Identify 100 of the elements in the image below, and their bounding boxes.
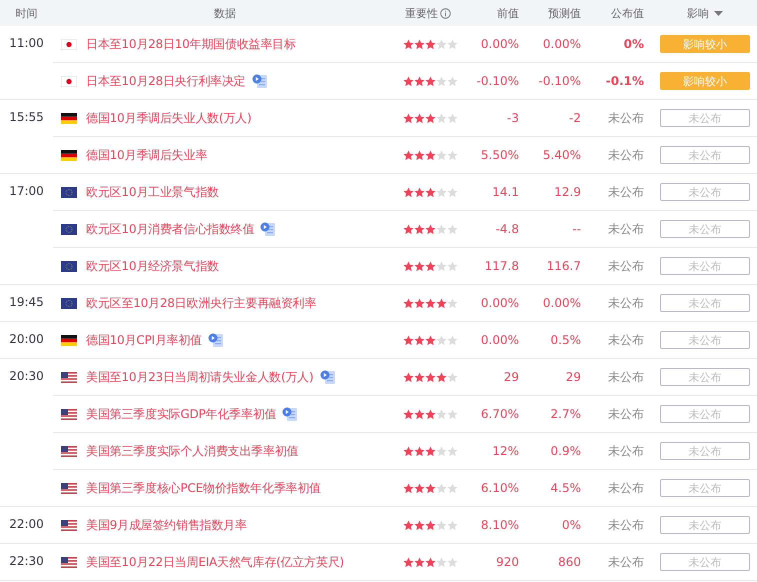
- event-title[interactable]: 日本至10月28日10年期国债收益率目标: [86, 36, 296, 52]
- flag-icon: [61, 150, 77, 160]
- star-icon: [436, 556, 447, 568]
- time-label: 15:55: [8, 109, 45, 126]
- star-icon: [436, 76, 447, 86]
- previous-value: 6.70%: [480, 407, 519, 421]
- previous-value: -4.8: [494, 222, 519, 236]
- previous-value: 6.10%: [480, 481, 519, 495]
- event-title[interactable]: 日本至10月28日央行利率决定: [86, 72, 246, 90]
- event-title[interactable]: 欧元区至10月28日欧洲央行主要再融资利率: [86, 294, 316, 312]
- star-icon: [425, 224, 436, 234]
- video-document-icon[interactable]: [208, 332, 224, 348]
- caret-icon[interactable]: [714, 10, 723, 16]
- previous-value: 0.00%: [480, 296, 519, 310]
- star-icon: [403, 150, 414, 160]
- event-title[interactable]: 美国第三季度核心PCE物价指数年化季率初值: [86, 480, 321, 496]
- star-icon: [414, 38, 425, 50]
- flag-icon: [61, 224, 77, 234]
- event-title[interactable]: 德国10月CPI月率初值: [86, 332, 202, 348]
- forecast-value: -0.10%: [538, 74, 581, 88]
- column-header: 公布值: [610, 6, 644, 20]
- star-icon: [414, 112, 425, 124]
- star-icon: [403, 76, 414, 86]
- star-icon: [436, 224, 447, 234]
- star-icon: [403, 372, 414, 382]
- event-title[interactable]: 欧元区10月经济景气指数: [86, 258, 219, 274]
- info-icon[interactable]: [440, 8, 451, 18]
- star-icon: [447, 76, 458, 86]
- event-title[interactable]: 德国10月季调后失业人数(万人): [86, 110, 252, 126]
- forecast-value: 0.5%: [550, 333, 581, 347]
- column-header: 预测值: [547, 6, 581, 20]
- previous-value: -0.10%: [476, 74, 519, 88]
- event-title[interactable]: 欧元区10月消费者信心指数终值: [86, 220, 254, 238]
- event-title[interactable]: 德国10月季调后失业率: [86, 146, 208, 164]
- actual-value: 未公布: [607, 368, 644, 386]
- star-icon: [447, 334, 458, 346]
- impact-tag: 未公布: [660, 405, 750, 423]
- event-title[interactable]: 美国第三季度实际GDP年化季率初值: [86, 406, 276, 422]
- star-icon: [414, 408, 425, 420]
- star-icon: [425, 260, 436, 272]
- impact-tag: 未公布: [660, 220, 750, 238]
- star-icon: [403, 446, 414, 456]
- star-icon: [425, 372, 436, 382]
- star-icon: [436, 446, 447, 456]
- forecast-value: 12.9: [553, 185, 581, 199]
- forecast-value: 860: [557, 555, 581, 569]
- star-icon: [425, 556, 436, 568]
- impact-tag: 未公布: [660, 109, 750, 127]
- flag-icon: [61, 446, 77, 456]
- star-icon: [425, 520, 436, 530]
- star-icon: [436, 150, 447, 160]
- video-document-icon[interactable]: [260, 222, 276, 236]
- column-header[interactable]: 影响: [687, 6, 709, 20]
- impact-tag: 未公布: [660, 257, 750, 275]
- video-document-icon[interactable]: [320, 370, 336, 384]
- event-title[interactable]: 美国第三季度实际个人消费支出季率初值: [86, 442, 298, 460]
- star-icon: [436, 520, 447, 530]
- star-icon: [447, 298, 458, 308]
- video-document-icon[interactable]: [282, 406, 298, 422]
- previous-value: 14.1: [491, 185, 519, 199]
- flag-icon: [61, 520, 77, 530]
- time-label: 20:00: [8, 331, 45, 348]
- event-title[interactable]: 美国至10月23日当周初请失业金人数(万人): [86, 368, 314, 386]
- star-icon: [403, 38, 414, 50]
- flag-icon: [61, 408, 77, 420]
- flag-icon: [61, 260, 77, 272]
- star-icon: [403, 186, 414, 198]
- event-title[interactable]: 欧元区10月工业景气指数: [86, 184, 219, 200]
- star-icon: [447, 520, 458, 530]
- forecast-value: 0.00%: [542, 37, 581, 51]
- star-icon: [425, 150, 436, 160]
- star-icon: [436, 298, 447, 308]
- flag-icon: [61, 112, 77, 124]
- previous-value: 8.10%: [480, 518, 519, 532]
- forecast-value: 4.5%: [550, 481, 581, 495]
- impact-tag: 影响较小: [660, 35, 750, 53]
- time-label: 22:00: [8, 516, 45, 533]
- previous-value: 0.00%: [480, 333, 519, 347]
- star-icon: [414, 186, 425, 198]
- star-icon: [403, 482, 414, 494]
- star-icon: [425, 112, 436, 124]
- forecast-value: 5.40%: [542, 148, 581, 162]
- star-icon: [436, 334, 447, 346]
- actual-value: 未公布: [607, 146, 644, 164]
- actual-value: 未公布: [607, 332, 644, 348]
- star-icon: [436, 372, 447, 382]
- star-icon: [414, 482, 425, 494]
- event-title[interactable]: 美国至10月22日当周EIA天然气库存(亿立方英尺): [86, 554, 344, 570]
- time-label: 19:45: [8, 294, 45, 311]
- actual-value: 0%: [622, 37, 644, 51]
- event-title[interactable]: 美国9月成屋签约销售指数月率: [86, 516, 247, 534]
- star-icon: [447, 260, 458, 272]
- star-icon: [425, 408, 436, 420]
- flag-icon: [61, 482, 77, 494]
- forecast-value: 0%: [560, 518, 581, 532]
- star-icon: [436, 186, 447, 198]
- star-icon: [436, 482, 447, 494]
- video-document-icon[interactable]: [252, 74, 268, 88]
- forecast-value: 2.7%: [550, 407, 581, 421]
- time-label: 20:30: [8, 368, 45, 385]
